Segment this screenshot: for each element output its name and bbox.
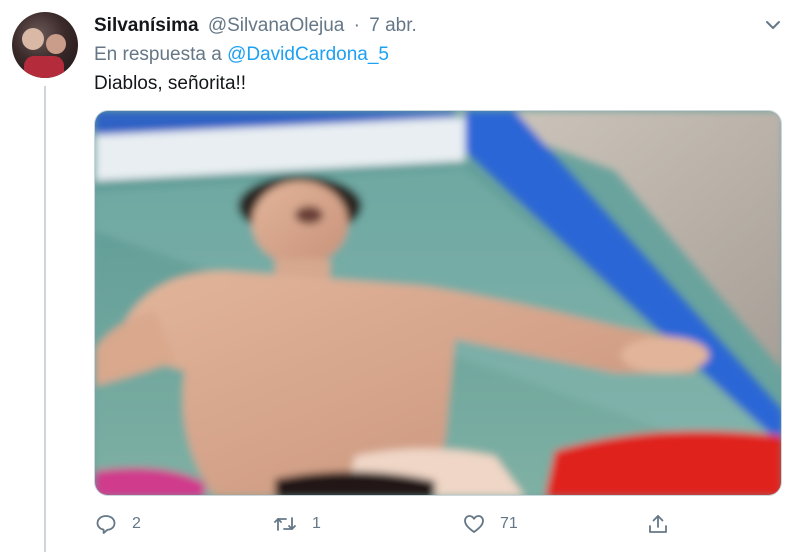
separator-dot: · xyxy=(353,15,360,36)
caret-down-icon[interactable] xyxy=(762,14,784,36)
thread-line xyxy=(44,86,46,552)
reply-icon xyxy=(94,512,118,536)
tweet-actions: 2 1 71 xyxy=(94,510,734,538)
avatar[interactable] xyxy=(12,12,78,78)
reply-button[interactable]: 2 xyxy=(94,510,141,538)
tweet-date[interactable]: 7 abr. xyxy=(369,15,417,36)
user-handle[interactable]: @SilvanaOlejua xyxy=(208,15,345,36)
display-name[interactable]: Silvanísima xyxy=(94,15,199,36)
avatar-face-left xyxy=(22,28,44,50)
avatar-clothing xyxy=(24,56,64,78)
avatar-face-right xyxy=(46,34,66,54)
retweet-count: 1 xyxy=(312,515,321,532)
reply-handle-link[interactable]: @DavidCardona_5 xyxy=(227,44,389,65)
retweet-button[interactable]: 1 xyxy=(272,510,321,538)
reply-prefix: En respuesta a xyxy=(94,44,222,65)
like-button[interactable]: 71 xyxy=(462,510,518,538)
reply-context: En respuesta a @DavidCardona_5 xyxy=(94,43,389,67)
share-icon xyxy=(646,512,670,536)
share-button[interactable] xyxy=(646,510,670,538)
tweet-header: Silvanísima @SilvanaOlejua · 7 abr. xyxy=(94,14,417,38)
tweet-text: Diablos, señorita!! xyxy=(94,73,247,94)
tweet-media-image[interactable] xyxy=(94,110,782,496)
retweet-icon xyxy=(272,512,298,536)
like-icon xyxy=(462,512,486,536)
reply-count: 2 xyxy=(132,515,141,532)
like-count: 71 xyxy=(500,515,518,532)
